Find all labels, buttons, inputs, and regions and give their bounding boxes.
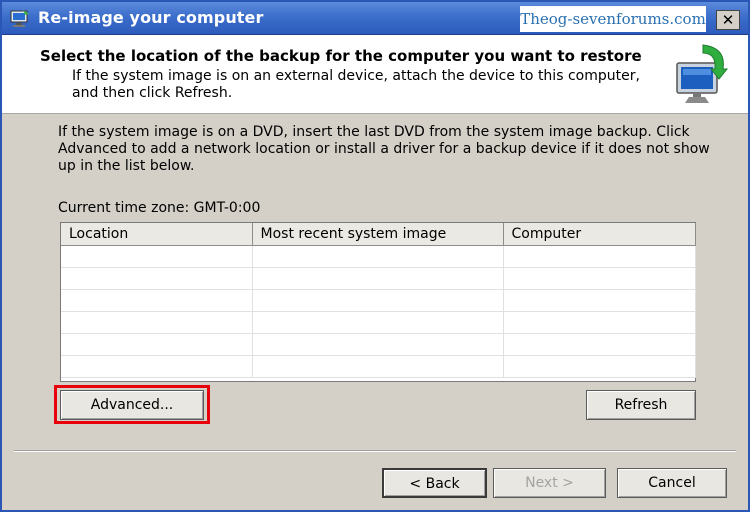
computer-icon bbox=[10, 10, 29, 27]
table-row bbox=[61, 289, 696, 312]
header-title: Select the location of the backup for th… bbox=[40, 47, 642, 65]
advanced-button[interactable]: Advanced... bbox=[60, 390, 204, 420]
back-button[interactable]: < Back bbox=[382, 468, 487, 498]
table-row bbox=[61, 245, 696, 268]
header-description: If the system image is on an external de… bbox=[72, 68, 640, 101]
next-button: Next > bbox=[493, 468, 606, 498]
computer-restore-icon bbox=[676, 44, 729, 103]
close-button[interactable]: ✕ bbox=[716, 10, 740, 30]
header-panel: Select the location of the backup for th… bbox=[2, 35, 748, 114]
footer-divider bbox=[14, 450, 736, 452]
column-header-computer[interactable]: Computer bbox=[503, 223, 696, 246]
table-row bbox=[61, 311, 696, 334]
timezone-label: Current time zone: GMT-0:00 bbox=[58, 200, 261, 216]
instructions-text: If the system image is on a DVD, insert … bbox=[58, 124, 710, 174]
cancel-button[interactable]: Cancel bbox=[617, 468, 727, 498]
watermark-text: Theog-sevenforums.com bbox=[520, 6, 706, 32]
column-header-most-recent-image[interactable]: Most recent system image bbox=[252, 223, 504, 246]
table-row bbox=[61, 355, 696, 378]
reimage-dialog: Re-image your computer Theog-sevenforums… bbox=[0, 0, 750, 512]
window-title: Re-image your computer bbox=[38, 8, 264, 27]
table-row bbox=[61, 267, 696, 290]
refresh-button[interactable]: Refresh bbox=[586, 390, 696, 420]
table-header-row: Location Most recent system image Comput… bbox=[61, 223, 696, 246]
title-bar[interactable]: Re-image your computer Theog-sevenforums… bbox=[2, 2, 748, 35]
column-header-location[interactable]: Location bbox=[61, 223, 253, 246]
backup-location-table[interactable]: Location Most recent system image Comput… bbox=[60, 222, 696, 382]
table-row bbox=[61, 333, 696, 356]
